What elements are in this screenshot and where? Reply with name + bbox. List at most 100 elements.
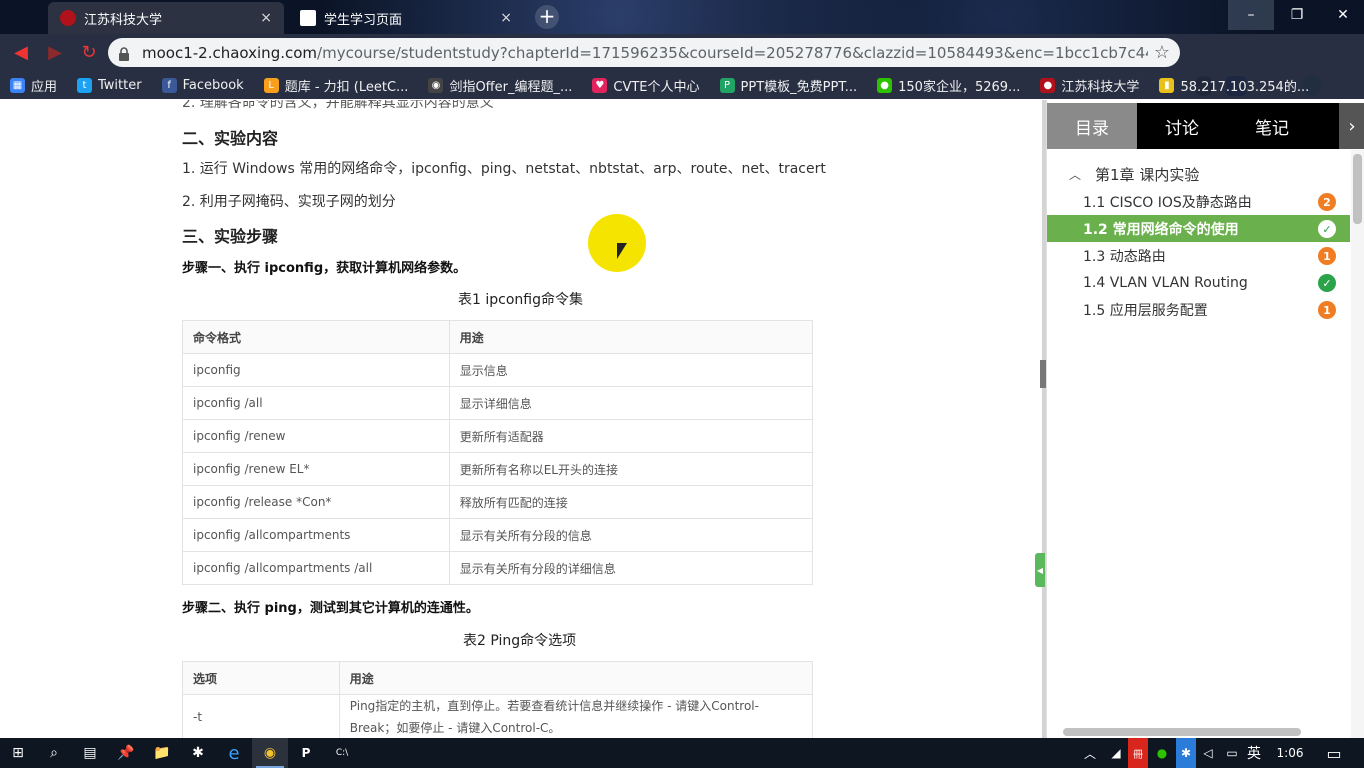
restore-button[interactable]: ❐ xyxy=(1274,0,1320,30)
ipconfig-table: 命令格式 用途 ipconfig 显示信息 ipconfig /all 显示详细信息 i… xyxy=(182,320,814,585)
chapter-title: 第1章 课内实验 xyxy=(1095,166,1200,184)
network-icon[interactable]: ◢ xyxy=(1106,738,1126,768)
bookmark-label: 150家企业，5269... xyxy=(898,79,1021,95)
bookmark-item[interactable]: P PPT模板_免费PPT... xyxy=(719,76,857,95)
sidebar-tabs: 目录 讨论 笔记 › xyxy=(1047,103,1364,149)
bookmark-star-icon[interactable]: ☆ xyxy=(1154,42,1170,63)
minimize-button[interactable]: – xyxy=(1228,0,1274,30)
completed-check-icon: ✓ xyxy=(1318,274,1336,292)
back-button[interactable]: ◀ xyxy=(8,40,34,66)
table-cell: -t xyxy=(182,694,340,738)
clock[interactable]: 1:06 xyxy=(1270,738,1310,768)
edge-icon[interactable]: e xyxy=(216,738,252,768)
star-app-icon[interactable]: ✱ xyxy=(180,738,216,768)
lesson-item[interactable]: 1.1 CISCO IOS及静态路由 2 xyxy=(1047,188,1350,215)
table-cell: 释放所有匹配的连接 xyxy=(448,485,814,519)
star-tray-icon[interactable]: ✱ xyxy=(1176,738,1196,768)
pending-task-badge: 2 xyxy=(1318,193,1336,211)
new-tab-button[interactable]: + xyxy=(535,5,559,29)
bookmark-item[interactable]: ◉ 剑指Offer_编程题_... xyxy=(428,76,572,95)
lesson-item[interactable]: 1.5 应用层服务配置 1 xyxy=(1047,296,1350,323)
ping-options-table: 选项 用途 -t Ping指定的主机，直到停止。若要查看统计信息并继续操作 - … xyxy=(182,661,814,738)
ime-language-indicator[interactable]: 英 xyxy=(1244,738,1264,768)
bookmark-item[interactable]: ▦ 应用 xyxy=(10,76,57,95)
bookmark-label: Twitter xyxy=(98,77,142,93)
bookmark-item[interactable]: ♥ CVTE个人中心 xyxy=(592,76,700,95)
lesson-label: 1.3 动态路由 xyxy=(1083,248,1166,265)
chrome-icon[interactable]: ◉ xyxy=(252,738,288,768)
tray-expand-icon[interactable]: ︿ xyxy=(1080,738,1100,768)
calculator-icon[interactable]: ▤ xyxy=(72,738,108,768)
table2-caption: 表2 Ping命令选项 xyxy=(463,633,577,649)
table-row: ipconfig 显示信息 xyxy=(182,353,814,387)
tab-close-icon[interactable]: × xyxy=(500,10,512,26)
collapse-sidebar-button[interactable]: ◀ xyxy=(1035,553,1045,587)
horizontal-scroll-thumb[interactable] xyxy=(1063,728,1301,736)
url-path: /mycourse/studentstudy?chapterId=1715962… xyxy=(317,43,1148,62)
tab-student-study[interactable]: 学生学习页面 × xyxy=(288,2,524,34)
facebook-icon: f xyxy=(161,77,177,93)
bookmark-label: 剑指Offer_编程题_... xyxy=(449,79,573,95)
bookmark-item[interactable]: ▮ 58.217.103.254的... xyxy=(1159,76,1309,95)
tab-title: 学生学习页面 xyxy=(324,12,403,28)
forward-button[interactable]: ▶ xyxy=(42,40,68,66)
tabs-next-button[interactable]: › xyxy=(1339,103,1364,149)
content-item-1: 1. 运行 Windows 常用的网络命令，ipconfig、ping、nets… xyxy=(182,161,826,177)
nowcoder-icon: ◉ xyxy=(428,77,444,93)
notification-icon[interactable]: ▭ xyxy=(1322,738,1346,768)
lesson-label: 1.2 常用网络命令的使用 xyxy=(1083,221,1239,238)
table-row: -t Ping指定的主机，直到停止。若要查看统计信息并继续操作 - 请键入Con… xyxy=(182,694,814,738)
chevron-up-icon: ︿ xyxy=(1069,168,1082,182)
battery-icon[interactable]: ▭ xyxy=(1222,738,1242,768)
table-cell: ipconfig /renew xyxy=(182,419,450,453)
close-window-button[interactable]: ✕ xyxy=(1320,0,1364,30)
sidebar-scroll-thumb[interactable] xyxy=(1353,154,1362,224)
lesson-item[interactable]: 1.3 动态路由 1 xyxy=(1047,242,1350,269)
ppt-icon: P xyxy=(719,77,735,93)
content-item-2: 2. 利用子网掩码、实现子网的划分 xyxy=(182,194,396,210)
sidebar-scrollbar[interactable] xyxy=(1351,150,1364,738)
table-cell: Ping指定的主机，直到停止。若要查看统计信息并继续操作 - 请键入Contro… xyxy=(338,694,814,738)
address-bar[interactable]: mooc1-2.chaoxing.com/mycourse/studentstu… xyxy=(108,38,1180,67)
tab-discussion[interactable]: 讨论 xyxy=(1137,103,1227,149)
table-cell: 显示详细信息 xyxy=(448,386,814,420)
terminal-icon[interactable]: C:\ xyxy=(324,738,360,768)
bookmark-item[interactable]: f Facebook xyxy=(161,77,244,93)
search-icon[interactable]: ⌕ xyxy=(36,738,72,768)
tab-close-icon[interactable]: × xyxy=(260,10,272,26)
table-header: 命令格式 xyxy=(182,320,450,354)
section-content-title: 二、实验内容 xyxy=(182,129,279,148)
pending-task-badge: 1 xyxy=(1318,247,1336,265)
table1-caption: 表1 ipconfig命令集 xyxy=(458,292,583,308)
page-icon: ▮ xyxy=(1159,77,1175,93)
table-row: ipconfig /renew EL* 更新所有名称以EL开头的连接 xyxy=(182,452,814,486)
powerpoint-icon[interactable]: P xyxy=(288,738,324,768)
twitter-icon: t xyxy=(77,77,93,93)
bookmark-item[interactable]: L 题库 - 力扣 (LeetC... xyxy=(263,76,408,95)
ime-app-icon[interactable]: 冊 xyxy=(1128,738,1148,768)
university-icon: ● xyxy=(1040,77,1056,93)
file-explorer-icon[interactable]: 📁 xyxy=(144,738,180,768)
reload-button[interactable]: ↻ xyxy=(76,40,102,66)
table-cell: 显示有关所有分段的详细信息 xyxy=(448,551,814,585)
bookmarks-bar: ▦ 应用 t Twitter f Facebook L 题库 - 力扣 (LeetC... ◉ 剑… xyxy=(0,71,1364,99)
tab-catalog[interactable]: 目录 xyxy=(1047,103,1137,149)
bookmark-label: 应用 xyxy=(31,79,58,95)
university-favicon-icon xyxy=(60,10,76,26)
chapter-heading[interactable]: ︿ 第1章 课内实验 xyxy=(1069,164,1199,185)
browser-toolbar: ◀ ▶ ↻ mooc1-2.chaoxing.com/mycourse/stud… xyxy=(0,34,1364,96)
start-button[interactable]: ⊞ xyxy=(0,738,36,768)
lesson-label: 1.4 VLAN VLAN Routing xyxy=(1083,274,1248,291)
volume-icon[interactable]: ◁ xyxy=(1198,738,1218,768)
pin-icon[interactable]: 📌 xyxy=(108,738,144,768)
wechat-tray-icon[interactable]: ● xyxy=(1152,738,1172,768)
tab-notes[interactable]: 笔记 xyxy=(1227,103,1317,149)
bookmark-item[interactable]: ● 江苏科技大学 xyxy=(1040,76,1139,95)
lesson-item[interactable]: 1.2 常用网络命令的使用 ✓ xyxy=(1047,215,1350,242)
course-sidebar: 目录 讨论 笔记 › ︿ 第1章 课内实验 1.1 CISCO IOS及静态路由… xyxy=(1046,100,1364,738)
bookmark-item[interactable]: ● 150家企业，5269... xyxy=(877,76,1020,95)
bookmark-item[interactable]: t Twitter xyxy=(77,77,142,93)
table-row: ipconfig /allcompartments 显示有关所有分段的信息 xyxy=(182,518,814,552)
tab-jiangsu-university[interactable]: 江苏科技大学 × xyxy=(48,2,284,34)
lesson-item[interactable]: 1.4 VLAN VLAN Routing ✓ xyxy=(1047,269,1350,296)
